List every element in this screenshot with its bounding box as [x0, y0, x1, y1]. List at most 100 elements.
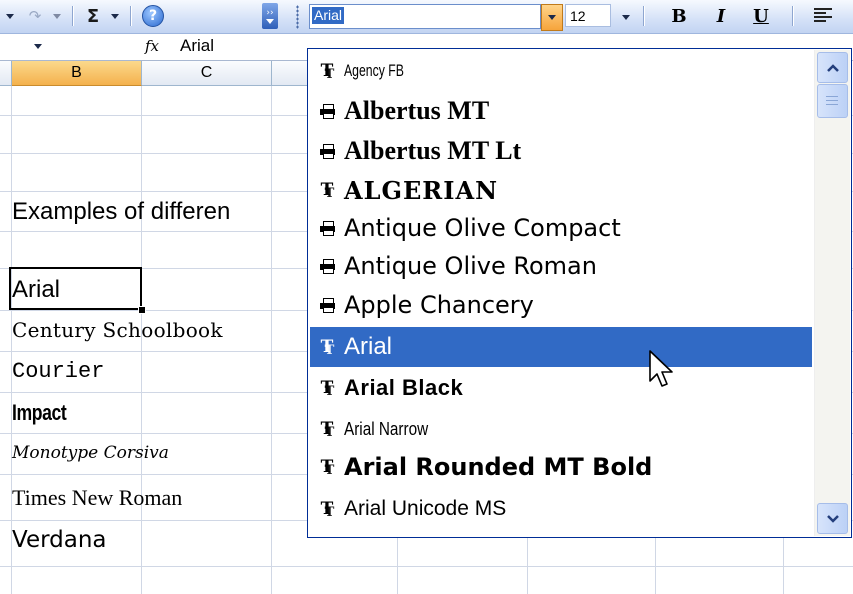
printer-font-icon [310, 259, 344, 274]
cell-b9[interactable]: Impact [12, 400, 67, 426]
font-option[interactable]: T T Arial Narrow [310, 409, 812, 449]
font-option-label: Albertus MT [344, 96, 490, 125]
font-option-label: Antique Olive Roman [344, 252, 597, 280]
grid-line [0, 566, 853, 567]
cell-b4[interactable]: Examples of differen [12, 198, 230, 226]
bold-button[interactable]: B [664, 4, 694, 28]
chevron-up-icon [826, 63, 839, 72]
font-name-box[interactable]: Arial [309, 4, 541, 29]
underline-button[interactable]: U [746, 4, 776, 28]
autosum-dropdown-button[interactable] [108, 4, 122, 28]
redo-icon: ↷ [28, 7, 42, 25]
cell-b11[interactable]: Times New Roman [12, 485, 182, 511]
chevron-down-icon [34, 44, 42, 49]
scroll-up-button[interactable] [817, 52, 848, 83]
redo-button[interactable]: ↷ [22, 4, 48, 28]
font-option-label: Arial Black [344, 375, 464, 400]
truetype-icon: TT [320, 498, 335, 520]
cell-b10[interactable]: Monotype Corsiva [12, 443, 169, 463]
font-option-label: Arial Narrow [344, 418, 429, 439]
toolbar-separator [130, 6, 132, 26]
mouse-pointer-icon [649, 350, 673, 387]
truetype-icon: TT [320, 377, 335, 399]
chevron-down-icon [826, 514, 839, 523]
truetype-icon: TT [320, 179, 335, 201]
toolbar-grip-handle[interactable] [296, 5, 299, 29]
formatting-toolbar: ↷ Σ ? ›› Arial 12 B I U [0, 0, 853, 34]
font-option[interactable]: T T Arial Rounded MT Bold [310, 447, 812, 487]
font-option-label: ALGERIAN [344, 175, 499, 205]
font-option-label: Albertus MT Lt [344, 136, 522, 165]
font-option[interactable]: Apple Chancery [310, 285, 812, 325]
font-option-label: Arial [344, 333, 393, 360]
truetype-icon: TT [320, 456, 335, 478]
align-left-icon [814, 8, 832, 22]
printer-font-icon [310, 144, 344, 159]
cell-b12[interactable]: Verdana [12, 527, 107, 553]
font-size-dropdown-button[interactable] [617, 6, 635, 28]
font-option[interactable]: T T Arial Unicode MS [310, 489, 812, 529]
redo-dropdown-button[interactable] [50, 4, 64, 28]
toolbar-separator [643, 6, 645, 26]
row-header-corner[interactable] [0, 61, 12, 86]
font-option-label: Arial Rounded MT Bold [344, 453, 653, 481]
printer-font-icon [310, 104, 344, 119]
cell-b8[interactable]: Courier [12, 359, 104, 384]
chevron-right-icon: ›› [266, 7, 274, 18]
column-header-b[interactable]: B [12, 61, 142, 86]
help-button[interactable]: ? [138, 4, 168, 28]
font-option[interactable]: T T ALGERIAN [310, 170, 812, 210]
column-header-d[interactable] [272, 61, 312, 86]
align-left-button[interactable] [808, 4, 838, 28]
active-cell-border [9, 267, 142, 310]
formula-input[interactable]: Arial [180, 36, 214, 56]
scroll-down-button[interactable] [817, 503, 848, 534]
chevron-down-icon [548, 15, 556, 20]
printer-font-icon [310, 221, 344, 236]
underline-icon: U [753, 5, 769, 27]
italic-button[interactable]: I [706, 4, 736, 28]
autosum-button[interactable]: Σ [80, 4, 106, 28]
fill-handle[interactable] [138, 306, 146, 314]
cell-b7[interactable]: Century Schoolbook [12, 318, 223, 342]
column-header-c[interactable]: C [142, 61, 272, 86]
vertical-scrollbar[interactable] [814, 50, 850, 536]
chevron-down-icon [266, 18, 274, 24]
font-option[interactable]: T T Arial Black [310, 368, 812, 408]
help-icon: ? [142, 5, 164, 27]
font-option[interactable]: Albertus MT [310, 91, 812, 131]
font-option[interactable]: Antique Olive Roman [310, 246, 812, 286]
chevron-down-icon [111, 13, 119, 19]
toolbar-separator [792, 6, 794, 26]
undo-dropdown-button[interactable] [2, 4, 18, 28]
insert-function-icon[interactable]: fx [145, 37, 159, 55]
chevron-down-icon [6, 13, 14, 19]
truetype-icon: TT [320, 336, 335, 358]
scroll-thumb[interactable] [817, 84, 848, 118]
toolbar-separator [72, 6, 74, 26]
font-option-label: Agency FB [344, 61, 404, 80]
font-size-input[interactable]: 12 [565, 4, 611, 27]
chevron-down-icon [53, 13, 61, 19]
font-option-label: Antique Olive Compact [344, 214, 621, 242]
name-box[interactable] [0, 35, 136, 59]
font-name-dropdown-button[interactable] [541, 4, 563, 31]
chevron-down-icon [622, 14, 630, 20]
font-option[interactable]: Albertus MT Lt [310, 131, 812, 171]
column-header-label: B [71, 64, 82, 81]
font-name-input[interactable]: Arial [312, 7, 345, 24]
truetype-icon: TT [320, 60, 335, 82]
bold-icon: B [671, 5, 687, 27]
font-list-dropdown: T T Agency FB Albertus MT Albertus MT Lt T T AL… [307, 48, 852, 538]
font-option[interactable]: T T Arial [310, 327, 812, 367]
italic-icon: I [716, 5, 726, 27]
font-option-label: Apple Chancery [344, 291, 534, 319]
column-header-label: C [200, 64, 213, 81]
grid-line [271, 86, 272, 594]
autosum-icon: Σ [86, 5, 100, 27]
font-option[interactable]: Antique Olive Compact [310, 208, 812, 248]
toolbar-options-button[interactable]: ›› [262, 3, 278, 29]
truetype-icon: TT [320, 418, 335, 440]
font-option-label: Arial Unicode MS [344, 497, 507, 520]
font-option[interactable]: T T Agency FB [310, 51, 812, 91]
